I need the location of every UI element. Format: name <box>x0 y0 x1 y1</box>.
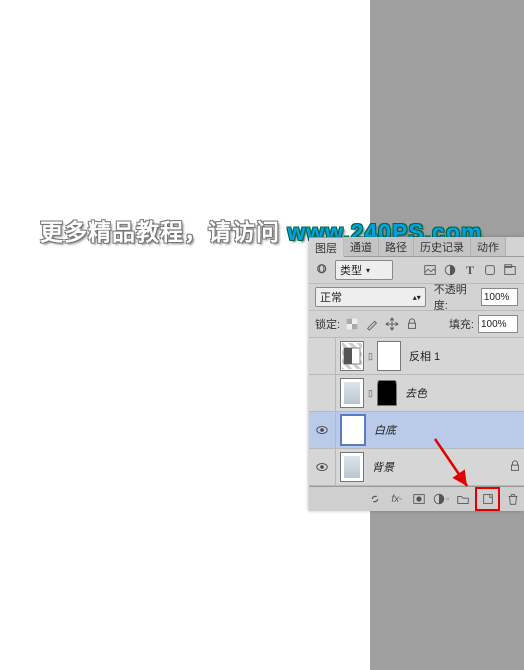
new-group-button[interactable] <box>453 490 472 508</box>
layer-row[interactable]: 背景 <box>309 449 524 486</box>
filter-row: 类型 ▾ T <box>309 257 524 284</box>
visibility-toggle[interactable] <box>309 375 336 411</box>
lock-transparency-icon[interactable] <box>344 316 360 332</box>
eye-icon <box>315 423 329 437</box>
filter-kind-select[interactable]: 类型 ▾ <box>335 260 393 280</box>
blend-row: 正常 ▴▾ 不透明度: 100% <box>309 284 524 311</box>
layer-thumb[interactable] <box>340 414 366 446</box>
search-icon[interactable] <box>315 262 331 278</box>
tab-actions[interactable]: 动作 <box>471 237 506 256</box>
link-icon: ▯ <box>366 388 375 399</box>
layer-row[interactable]: 白底 <box>309 412 524 449</box>
layer-name[interactable]: 反相 1 <box>405 348 440 364</box>
layers-panel: 图层 通道 路径 历史记录 动作 类型▾ T 正常 ▴▾ 不透明度: 100% … <box>309 237 524 511</box>
panel-tabs: 图层 通道 路径 历史记录 动作 <box>309 237 524 257</box>
layer-name[interactable]: 白底 <box>370 422 396 438</box>
new-layer-highlight <box>475 487 500 511</box>
tab-layers[interactable]: 图层 <box>309 237 344 257</box>
layer-row[interactable]: ▯ 去色 <box>309 375 524 412</box>
layer-thumb[interactable] <box>340 378 364 408</box>
fill-label: 填充: <box>449 316 474 332</box>
blend-mode-select[interactable]: 正常 ▴▾ <box>315 287 426 307</box>
lock-paint-icon[interactable] <box>364 316 380 332</box>
new-adjustment-button[interactable]: ▫ <box>431 490 450 508</box>
mask-thumb[interactable] <box>377 380 397 406</box>
layer-name[interactable]: 去色 <box>401 385 427 401</box>
filter-smart-icon[interactable] <box>502 262 518 278</box>
lock-icon <box>506 459 524 476</box>
opacity-input[interactable]: 100% <box>481 288 518 306</box>
visibility-toggle[interactable] <box>309 412 336 448</box>
layer-row[interactable]: ▯ 反相 1 <box>309 338 524 375</box>
link-icon: ▯ <box>366 351 375 362</box>
layers-list: ▯ 反相 1 ▯ 去色 白底 <box>309 338 524 486</box>
opacity-label: 不透明度: <box>434 281 477 313</box>
link-layers-button[interactable] <box>365 490 384 508</box>
tab-history[interactable]: 历史记录 <box>414 237 471 256</box>
chevron-down-icon: ▾ <box>366 266 370 275</box>
fx-button[interactable]: fx▫ <box>387 490 406 508</box>
lock-row: 锁定: 填充: 100% <box>309 311 524 338</box>
eye-icon <box>315 460 329 474</box>
filter-kind-label: 类型 <box>340 262 362 278</box>
filter-type-icon[interactable]: T <box>462 262 478 278</box>
add-mask-button[interactable] <box>409 490 428 508</box>
lock-position-icon[interactable] <box>384 316 400 332</box>
tab-channels[interactable]: 通道 <box>344 237 379 256</box>
delete-layer-button[interactable] <box>503 490 522 508</box>
layer-thumb[interactable] <box>340 452 364 482</box>
filter-image-icon[interactable] <box>422 262 438 278</box>
watermark-text: 更多精品教程，请访问 <box>40 219 287 245</box>
chevron-updown-icon: ▴▾ <box>413 293 421 302</box>
tab-paths[interactable]: 路径 <box>379 237 414 256</box>
visibility-toggle[interactable] <box>309 338 336 374</box>
lock-all-icon[interactable] <box>404 316 420 332</box>
visibility-toggle[interactable] <box>309 449 336 485</box>
new-layer-button[interactable] <box>478 490 497 508</box>
adjustment-thumb[interactable] <box>340 341 364 371</box>
filter-shape-icon[interactable] <box>482 262 498 278</box>
blend-mode-label: 正常 <box>320 289 342 305</box>
mask-thumb[interactable] <box>377 341 401 371</box>
fill-input[interactable]: 100% <box>478 315 518 333</box>
layers-footer: fx▫ ▫ <box>309 486 524 511</box>
filter-adjust-icon[interactable] <box>442 262 458 278</box>
layer-name[interactable]: 背景 <box>368 459 394 475</box>
lock-label: 锁定: <box>315 316 340 332</box>
